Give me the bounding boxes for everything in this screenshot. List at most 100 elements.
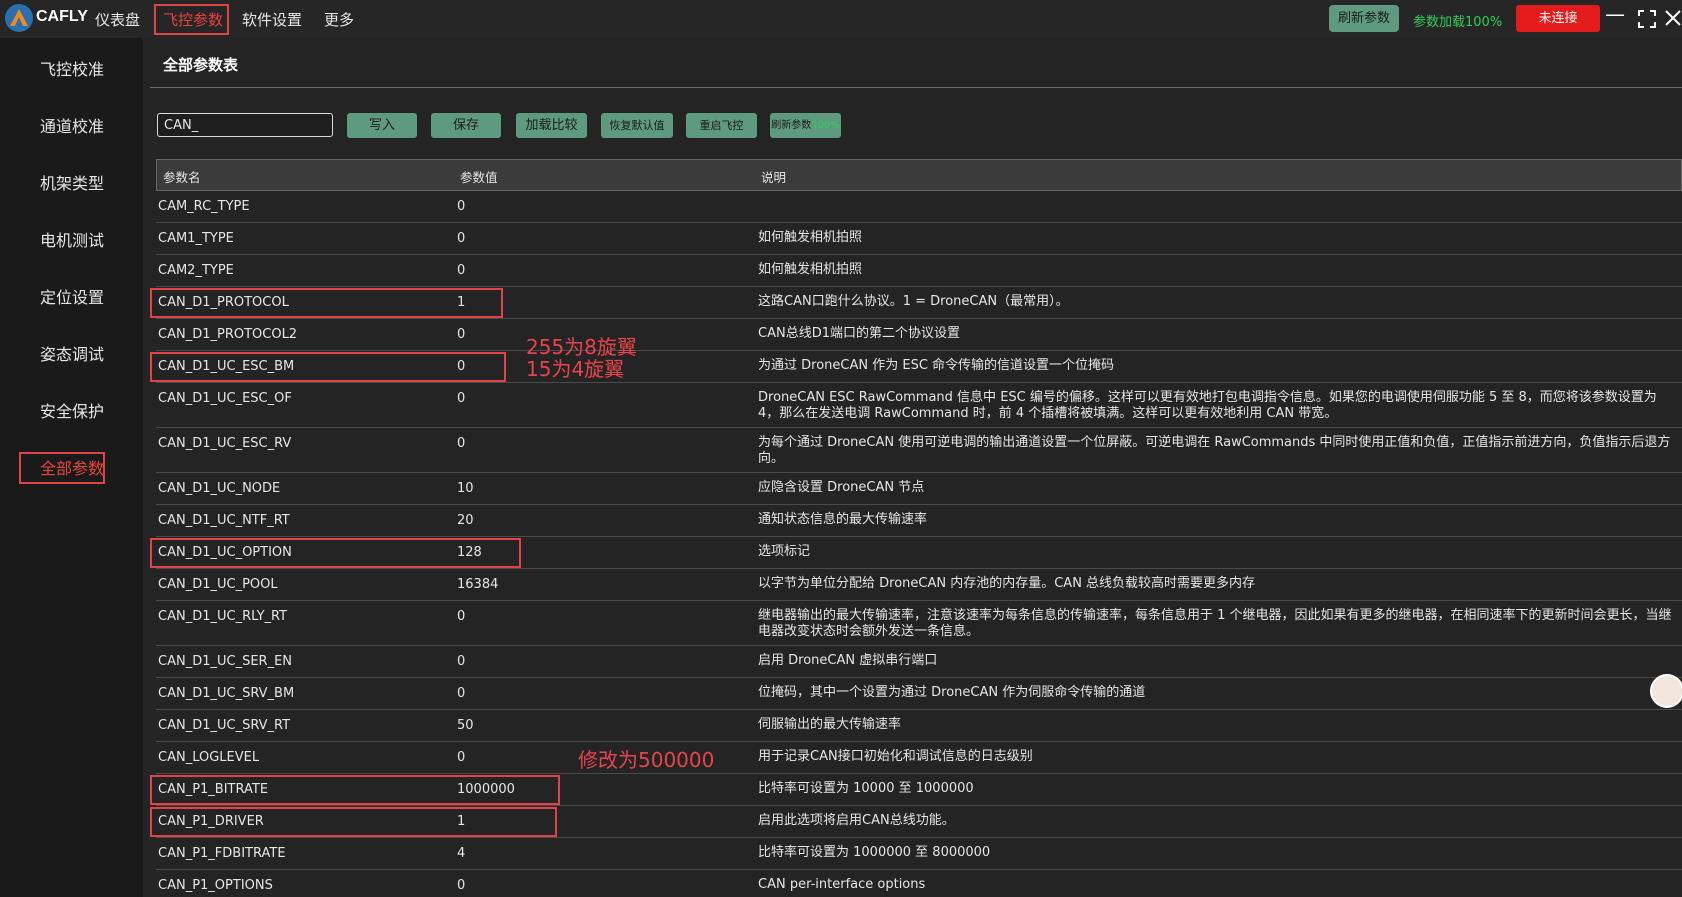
table-row[interactable]: CAN_D1_UC_ESC_OF 0 DroneCAN ESC RawCommand… — [156, 383, 1682, 428]
highlight-box — [150, 352, 506, 382]
param-description-cell: CAN per-interface options — [758, 877, 926, 892]
highlight-box — [154, 4, 229, 35]
param-value-cell: 20 — [457, 513, 474, 528]
param-name-cell: CAN_D1_UC_SRV_RT — [158, 718, 291, 733]
param-value-cell: 16384 — [457, 577, 499, 592]
table-row[interactable]: CAM_RC_TYPE 0 — [156, 191, 1682, 223]
param-name-cell: CAM2_TYPE — [158, 263, 234, 278]
highlight-box — [150, 775, 560, 805]
param-search-input[interactable] — [157, 113, 333, 137]
param-description-cell: 应隐含设置 DroneCAN 节点 — [758, 480, 925, 495]
table-row[interactable]: CAN_D1_UC_POOL 16384 以字节为单位分配给 DroneCAN 内存… — [156, 569, 1682, 601]
param-value-cell: 0 — [457, 327, 466, 342]
param-description-cell: 如何触发相机拍照 — [758, 230, 863, 245]
sidebar-item-attitude-tuning[interactable]: 姿态调试 — [40, 341, 104, 365]
restore-defaults-button[interactable]: 恢复默认值 — [601, 113, 673, 138]
nav-software-settings[interactable]: 软件设置 — [242, 9, 302, 30]
brand-name: CAFLY — [36, 8, 88, 25]
refresh-params-label: 刷新参数 — [771, 120, 812, 131]
highlight-box — [19, 452, 105, 484]
annotation-esc-bm: 255为8旋翼 15为4旋翼 — [526, 336, 637, 380]
param-value-cell: 0 — [457, 199, 466, 214]
param-name-cell: CAN_D1_UC_POOL — [158, 577, 278, 592]
table-row[interactable]: CAM1_TYPE 0 如何触发相机拍照 — [156, 223, 1682, 255]
minimize-icon[interactable]: — — [1605, 2, 1625, 26]
table-row[interactable]: CAN_D1_UC_NODE 10 应隐含设置 DroneCAN 节点 — [156, 473, 1682, 505]
table-row[interactable]: CAM2_TYPE 0 如何触发相机拍照 — [156, 255, 1682, 287]
param-value-cell: 4 — [457, 846, 466, 861]
param-value-cell: 0 — [457, 391, 466, 406]
param-name-cell: CAN_P1_OPTIONS — [158, 878, 273, 893]
connection-button[interactable]: 未连接 — [1516, 5, 1600, 32]
refresh-params-button[interactable]: 刷新参数 — [1329, 5, 1399, 32]
param-description-cell: 比特率可设置为 10000 至 1000000 — [758, 781, 974, 796]
save-button[interactable]: 保存 — [431, 113, 501, 138]
param-value-cell: 0 — [457, 654, 466, 669]
table-row[interactable]: CAN_D1_PROTOCOL 1 这路CAN口跑什么协议。1 = DroneCAN… — [150, 287, 1682, 319]
cafly-logo-icon — [5, 4, 33, 32]
annotation-bitrate: 修改为500000 — [578, 748, 715, 772]
table-row[interactable]: CAN_D1_UC_SER_EN 0 启用 DroneCAN 虚拟串行端口 — [156, 646, 1682, 678]
refresh-params-percent: 100% — [811, 120, 840, 131]
sidebar-item-safety[interactable]: 安全保护 — [40, 398, 104, 422]
table-row[interactable]: CAN_P1_OPTIONS 0 CAN per-interface options — [156, 870, 1682, 897]
table-row[interactable]: CAN_D1_UC_OPTION 128 选项标记 — [150, 537, 1682, 569]
sidebar-item-frame-type[interactable]: 机架类型 — [40, 170, 104, 194]
load-compare-button[interactable]: 加载比较 — [516, 113, 587, 138]
table-row[interactable]: CAN_P1_FDBITRATE 4 比特率可设置为 1000000 至 80000… — [156, 838, 1682, 870]
param-description-cell: 继电器输出的最大传输速率，注意该速率为每条信息的传输速率，每条信息用于 1 个继… — [758, 608, 1672, 639]
param-description-cell: 比特率可设置为 1000000 至 8000000 — [758, 845, 991, 860]
column-header-value[interactable]: 参数值 — [460, 167, 498, 186]
param-name-cell: CAN_D1_UC_ESC_OF — [158, 391, 292, 406]
param-value-cell: 0 — [457, 609, 466, 624]
params-table: 参数名 参数值 说明 CAM_RC_TYPE 0 CAM1_TYPE 0 如何触发相机拍… — [150, 159, 1682, 897]
table-row[interactable]: CAN_D1_UC_ESC_BM 0 为通过 DroneCAN 作为 ESC 命令传… — [150, 351, 1682, 383]
annotation-line: 15为4旋翼 — [526, 357, 625, 381]
param-name-cell: CAM_RC_TYPE — [158, 199, 250, 214]
nav-more[interactable]: 更多 — [324, 9, 354, 30]
sidebar-item-positioning[interactable]: 定位设置 — [40, 284, 104, 308]
param-description-cell: 启用 DroneCAN 虚拟串行端口 — [758, 653, 938, 668]
param-description-cell: DroneCAN ESC RawCommand 信息中 ESC 编号的偏移。这样… — [758, 390, 1657, 421]
param-description-cell: 选项标记 — [758, 544, 811, 559]
maximize-icon[interactable] — [1637, 9, 1657, 29]
refresh-params-small-button[interactable]: 刷新参数100% — [770, 113, 841, 138]
param-name-cell: CAN_D1_UC_NTF_RT — [158, 513, 290, 528]
param-name-cell: CAN_P1_FDBITRATE — [158, 846, 286, 861]
sidebar-item-channel-calibration[interactable]: 通道校准 — [40, 113, 104, 137]
param-value-cell: 0 — [457, 231, 466, 246]
param-name-cell: CAN_D1_UC_RLY_RT — [158, 609, 288, 624]
param-description-cell: 以字节为单位分配给 DroneCAN 内存池的内存量。CAN 总线负载较高时需要… — [758, 576, 1256, 591]
table-body: CAM_RC_TYPE 0 CAM1_TYPE 0 如何触发相机拍照 CAM2_TYPE 0… — [150, 191, 1682, 897]
param-value-cell: 0 — [457, 686, 466, 701]
param-name-cell: CAN_D1_UC_ESC_RV — [158, 436, 292, 451]
param-name-cell: CAN_D1_PROTOCOL2 — [158, 327, 298, 342]
write-button[interactable]: 写入 — [347, 113, 417, 138]
column-header-name[interactable]: 参数名 — [163, 167, 201, 186]
param-load-progress: 参数加载100% — [1413, 15, 1503, 30]
nav-dashboard[interactable]: 仪表盘 — [95, 9, 140, 30]
table-row[interactable]: CAN_LOGLEVEL 0 用于记录CAN接口初始化和调试信息的日志级别 — [156, 742, 1682, 774]
param-description-cell: 为每个通过 DroneCAN 使用可逆电调的输出通道设置一个位屏蔽。可逆电调在 … — [758, 435, 1671, 466]
column-header-description[interactable]: 说明 — [761, 167, 786, 186]
sidebar-item-motor-test[interactable]: 电机测试 — [40, 227, 104, 251]
param-description-cell: 为通过 DroneCAN 作为 ESC 命令传输的信道设置一个位掩码 — [758, 358, 1115, 373]
table-row[interactable]: CAN_D1_UC_SRV_RT 50 伺服输出的最大传输速率 — [156, 710, 1682, 742]
param-value-cell: 0 — [457, 750, 466, 765]
table-row[interactable]: CAN_P1_BITRATE 1000000 比特率可设置为 10000 至 100… — [150, 774, 1682, 806]
table-row[interactable]: CAN_D1_UC_NTF_RT 20 通知状态信息的最大传输速率 — [156, 505, 1682, 537]
highlight-box — [150, 538, 521, 568]
sidebar: 飞控校准 通道校准 机架类型 电机测试 定位设置 姿态调试 安全保护 全部参数 — [0, 38, 143, 897]
reboot-fc-button[interactable]: 重启飞控 — [686, 113, 757, 138]
close-icon[interactable] — [1664, 9, 1682, 27]
sidebar-item-fc-calibration[interactable]: 飞控校准 — [40, 56, 104, 80]
table-row[interactable]: CAN_D1_UC_RLY_RT 0 继电器输出的最大传输速率，注意该速率为每条信息… — [156, 601, 1682, 646]
assistant-avatar-icon[interactable] — [1650, 674, 1682, 708]
param-name-cell: CAN_D1_UC_SER_EN — [158, 654, 293, 669]
param-name-cell: CAM1_TYPE — [158, 231, 234, 246]
table-header: 参数名 参数值 说明 — [156, 159, 1682, 191]
table-row[interactable]: CAN_D1_UC_ESC_RV 0 为每个通过 DroneCAN 使用可逆电调的输… — [156, 428, 1682, 473]
table-row[interactable]: CAN_D1_UC_SRV_BM 0 位掩码，其中一个设置为通过 DroneCAN … — [156, 678, 1682, 710]
table-row[interactable]: CAN_D1_PROTOCOL2 0 CAN总线D1端口的第二个协议设置 — [156, 319, 1682, 351]
table-row[interactable]: CAN_P1_DRIVER 1 启用此选项将启用CAN总线功能。 — [150, 806, 1682, 838]
